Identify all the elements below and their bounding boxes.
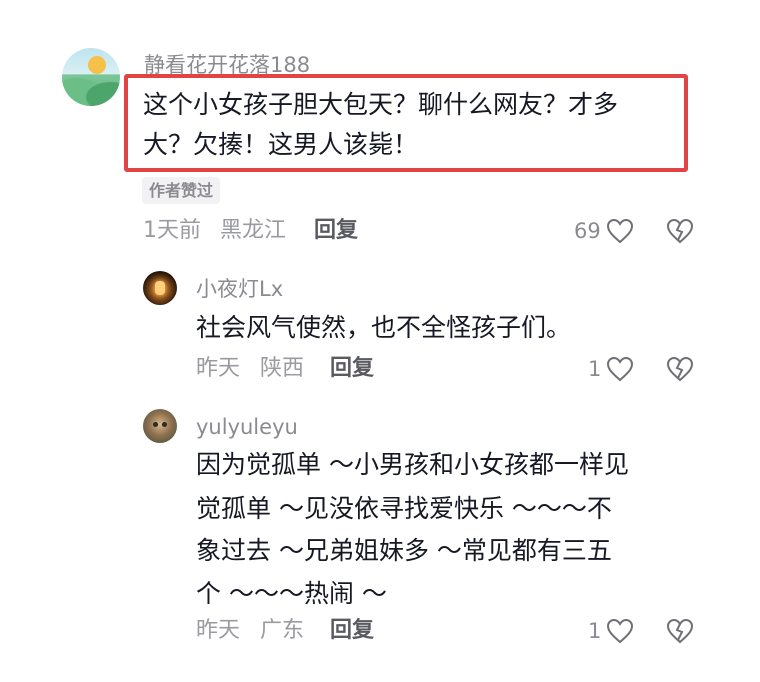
comment-location: 陕西	[260, 356, 305, 381]
avatar[interactable]	[62, 48, 120, 106]
heart-icon[interactable]	[606, 218, 634, 248]
comment-text-line: 觉孤单 ～见没依寻找爱快乐 ～～～不	[196, 494, 612, 523]
avatar[interactable]	[143, 271, 177, 305]
comment-text-line: 大？欠揍！这男人该毙！	[143, 130, 419, 159]
like-count: 1	[588, 619, 602, 643]
author-liked-badge: 作者赞过	[142, 177, 221, 204]
comment-location: 黑龙江	[220, 218, 287, 243]
comment-text-line: 个 ～～～热闹 ～	[196, 579, 387, 608]
comment-username[interactable]: 小夜灯Lx	[196, 276, 283, 302]
broken-heart-icon[interactable]	[666, 618, 694, 648]
comment-username[interactable]: yulyuleyu	[196, 414, 298, 440]
like-count: 69	[574, 219, 601, 243]
comment-text-line: 象过去 ～兄弟姐妹多 ～常见都有三五	[196, 536, 612, 565]
comment-text-line: 这个小女孩子胆大包天？聊什么网友？才多	[143, 90, 619, 119]
avatar-cat-eye	[153, 422, 158, 427]
comment-location: 广东	[260, 618, 305, 643]
avatar[interactable]	[143, 409, 177, 443]
comment-time: 昨天	[196, 618, 241, 643]
reply-button[interactable]: 回复	[314, 217, 358, 245]
like-count: 1	[588, 357, 602, 381]
heart-icon[interactable]	[606, 618, 634, 648]
comment-time: 昨天	[196, 356, 241, 381]
avatar-cat-eye	[162, 422, 167, 427]
comment-time: 1天前	[143, 218, 201, 243]
broken-heart-icon[interactable]	[666, 356, 694, 386]
heart-icon[interactable]	[606, 356, 634, 386]
comment-text-line: 因为觉孤单 ～小男孩和小女孩都一样见	[196, 450, 629, 479]
avatar-lamp-glow	[155, 281, 165, 295]
reply-button[interactable]: 回复	[330, 355, 374, 383]
avatar-sun	[88, 56, 106, 74]
broken-heart-icon[interactable]	[666, 218, 694, 248]
comment-text-line: 社会风气使然，也不全怪孩子们。	[196, 313, 572, 342]
reply-button[interactable]: 回复	[330, 617, 374, 645]
